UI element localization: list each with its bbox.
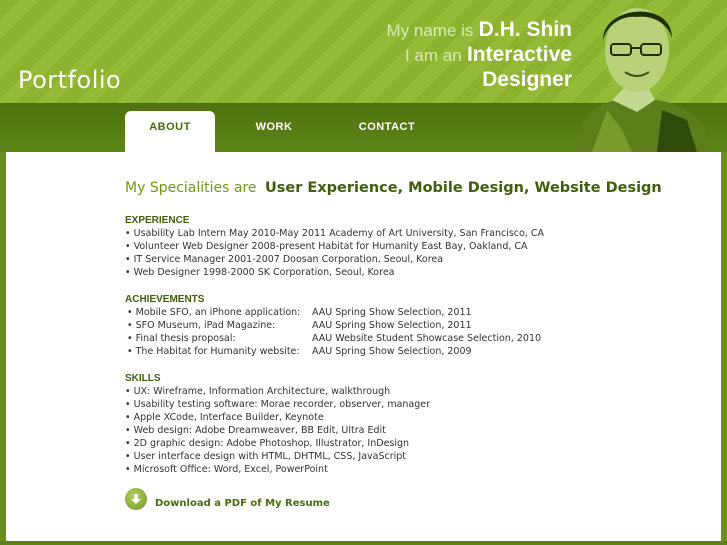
specialities-headline: My Specialities are User Experience, Mob… bbox=[125, 179, 662, 197]
tagline-role-prefix: I am an bbox=[404, 46, 462, 65]
tab-contact[interactable]: CONTACT bbox=[350, 111, 424, 152]
portrait-image bbox=[577, 8, 712, 152]
experience-item: • Volunteer Web Designer 2008-present Ha… bbox=[125, 241, 528, 252]
experience-section: EXPERIENCE • Usability Lab Intern May 20… bbox=[125, 214, 544, 279]
site-logo[interactable]: Portfolio bbox=[18, 66, 121, 94]
achievement-award: AAU Website Student Showcase Selection, … bbox=[312, 333, 542, 344]
achievement-item: • Final thesis proposal: bbox=[127, 333, 236, 344]
achievement-award: AAU Spring Show Selection, 2011 bbox=[312, 320, 472, 331]
achievement-item: • The Habitat for Humanity website: bbox=[127, 346, 300, 357]
achievement-row: • Final thesis proposal: AAU Website Stu… bbox=[125, 332, 541, 345]
tab-work[interactable]: WORK bbox=[240, 111, 308, 152]
skill-item: • Apple XCode, Interface Builder, Keynot… bbox=[125, 412, 324, 423]
experience-item: • Usability Lab Intern May 2010-May 2011… bbox=[125, 228, 544, 239]
footer-bar bbox=[0, 541, 727, 545]
download-arrow-icon[interactable] bbox=[125, 488, 147, 510]
achievement-row: • Mobile SFO, an iPhone application: AAU… bbox=[125, 306, 541, 319]
tab-about[interactable]: ABOUT bbox=[125, 111, 215, 152]
experience-title: EXPERIENCE bbox=[125, 215, 190, 226]
skill-item: • User interface design with HTML, DHTML… bbox=[125, 451, 407, 462]
download-resume-label[interactable]: Download a PDF of My Resume bbox=[155, 498, 330, 509]
achievement-item: • SFO Museum, iPad Magazine: bbox=[127, 320, 276, 331]
skills-section: SKILLS • UX: Wireframe, Information Arch… bbox=[125, 372, 430, 476]
skill-item: • Microsoft Office: Word, Excel, PowerPo… bbox=[125, 464, 328, 475]
achievement-award: AAU Spring Show Selection, 2009 bbox=[312, 346, 472, 357]
tagline-name-prefix: My name is bbox=[386, 21, 474, 40]
skills-title: SKILLS bbox=[125, 373, 161, 384]
experience-item: • IT Service Manager 2001-2007 Doosan Co… bbox=[125, 254, 444, 265]
achievements-section: ACHIEVEMENTS • Mobile SFO, an iPhone app… bbox=[125, 293, 541, 358]
skill-item: • UX: Wireframe, Information Architectur… bbox=[125, 386, 391, 397]
achievement-row: • SFO Museum, iPad Magazine: AAU Spring … bbox=[125, 319, 541, 332]
download-resume-link[interactable]: Download a PDF of My Resume bbox=[125, 488, 330, 510]
headline-lead: My Specialities are bbox=[125, 180, 257, 196]
achievements-title: ACHIEVEMENTS bbox=[125, 294, 205, 305]
main-content: My Specialities are User Experience, Mob… bbox=[6, 152, 721, 541]
achievement-award: AAU Spring Show Selection, 2011 bbox=[312, 307, 472, 318]
skill-item: • Web design: Adobe Dreamweaver, BB Edit… bbox=[125, 425, 386, 436]
skill-item: • Usability testing software: Morae reco… bbox=[125, 399, 431, 410]
experience-item: • Web Designer 1998-2000 SK Corporation,… bbox=[125, 267, 395, 278]
achievement-item: • Mobile SFO, an iPhone application: bbox=[127, 307, 301, 318]
headline-specialities: User Experience, Mobile Design, Website … bbox=[264, 180, 662, 196]
achievement-row: • The Habitat for Humanity website: AAU … bbox=[125, 345, 541, 358]
skill-item: • 2D graphic design: Adobe Photoshop, Il… bbox=[125, 438, 410, 449]
